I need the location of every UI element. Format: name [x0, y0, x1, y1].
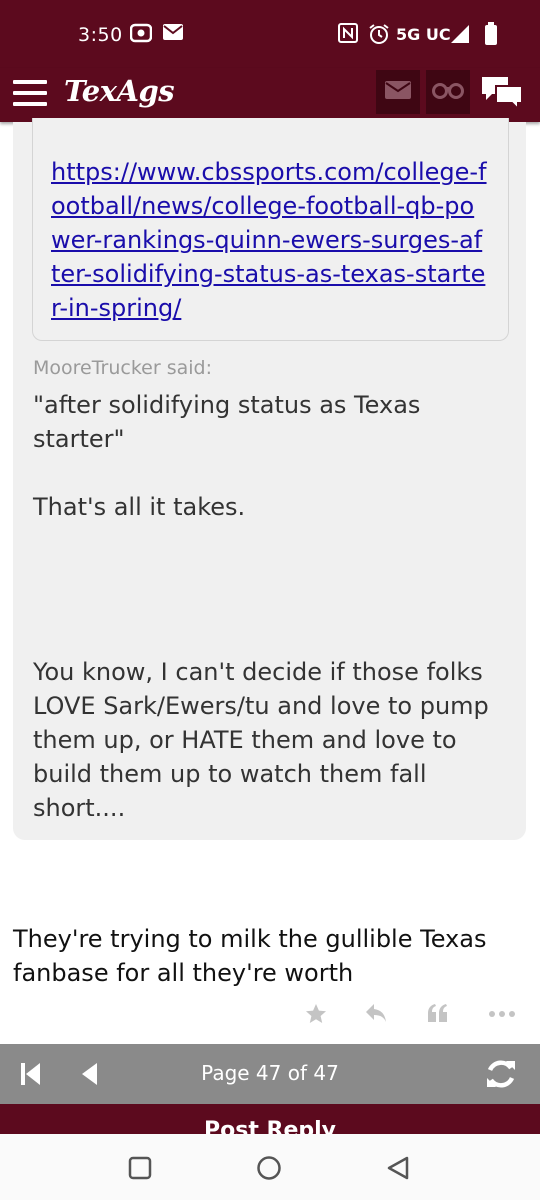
system-navigation-bar	[0, 1134, 540, 1200]
pagination-bar: Page 47 of 47	[0, 1044, 540, 1104]
status-time: 3:50	[78, 24, 123, 46]
quoted-reply-text: You know, I can't decide if those folks …	[33, 658, 489, 822]
page-indicator[interactable]: Page 47 of 47	[0, 1061, 540, 1085]
more-icon[interactable]	[488, 1002, 516, 1030]
home-icon[interactable]	[256, 1155, 282, 1185]
status-bar: 3:50 5G UC	[0, 0, 540, 68]
nfc-icon	[338, 23, 358, 47]
back-icon[interactable]	[386, 1156, 410, 1184]
star-icon[interactable]	[304, 1002, 328, 1032]
watch-button[interactable]	[426, 70, 470, 114]
app-header: TexAgs	[0, 68, 540, 122]
site-logo[interactable]: TexAgs	[64, 74, 175, 108]
post-body: They're trying to milk the gullible Texa…	[13, 925, 487, 987]
quoted-text: "after solidifying status as Texas start…	[33, 391, 421, 521]
battery-icon	[484, 22, 498, 50]
signal-icon	[450, 24, 470, 48]
network-label: 5G UC	[396, 25, 451, 44]
binoculars-icon	[432, 81, 464, 103]
article-link[interactable]: https://www.cbssports.com/college-footba…	[51, 155, 491, 325]
quote-author: MooreTrucker said:	[33, 357, 212, 379]
screen-record-icon	[129, 23, 153, 47]
recent-apps-icon[interactable]	[128, 1156, 152, 1184]
menu-icon[interactable]	[13, 80, 47, 106]
messages-button[interactable]	[376, 70, 420, 114]
reply-icon[interactable]	[364, 1002, 388, 1030]
alarm-icon	[368, 23, 390, 49]
mail-icon	[385, 81, 411, 103]
refresh-icon[interactable]	[484, 1058, 518, 1094]
quote-icon[interactable]	[426, 1002, 450, 1030]
mail-icon	[162, 23, 184, 45]
chat-icon[interactable]	[480, 74, 524, 114]
